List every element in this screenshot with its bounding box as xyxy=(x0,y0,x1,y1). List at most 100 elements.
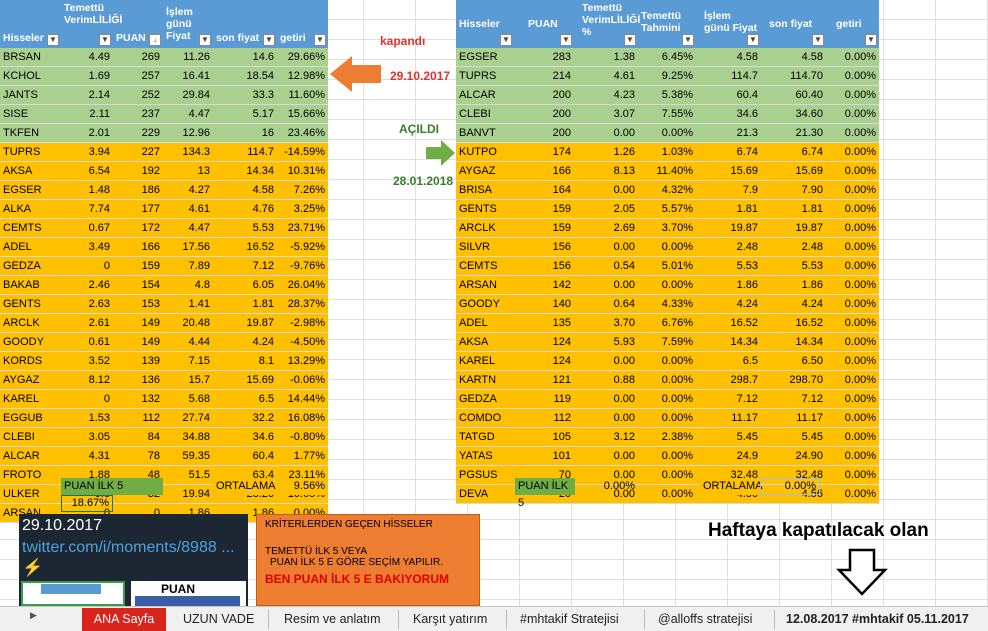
table-cell[interactable]: BRSAN xyxy=(0,48,61,66)
table-cell[interactable]: EGSER xyxy=(456,48,514,66)
table-cell[interactable]: 51.5 xyxy=(163,466,213,484)
table-cell[interactable]: 0.00% xyxy=(826,295,879,313)
table-cell[interactable]: 2.14 xyxy=(61,86,113,104)
table-cell[interactable]: 0.00% xyxy=(826,105,879,123)
table-cell[interactable]: 4.27 xyxy=(163,181,213,199)
table-cell[interactable]: 6.74 xyxy=(761,143,826,161)
table-cell[interactable]: 0.00% xyxy=(638,124,696,142)
table-cell[interactable]: 9.25% xyxy=(638,67,696,85)
table-cell[interactable]: 24.90 xyxy=(761,447,826,465)
table-cell[interactable]: 0.00 xyxy=(574,181,638,199)
table-cell[interactable]: 237 xyxy=(113,105,163,123)
table-cell[interactable]: 7.89 xyxy=(163,257,213,275)
table-cell[interactable]: 4.58 xyxy=(761,48,826,66)
table-cell[interactable]: TUPRS xyxy=(0,143,61,161)
table-cell[interactable]: 1.48 xyxy=(61,181,113,199)
table-cell[interactable]: 11.60% xyxy=(277,86,328,104)
table-cell[interactable]: 28.37% xyxy=(277,295,328,313)
table-cell[interactable]: 105 xyxy=(514,428,574,446)
table-cell[interactable]: ARCLK xyxy=(0,314,61,332)
table-cell[interactable]: 23.71% xyxy=(277,219,328,237)
table-cell[interactable]: 227 xyxy=(113,143,163,161)
table-cell[interactable]: 27.74 xyxy=(163,409,213,427)
table-cell[interactable]: 16 xyxy=(213,124,277,142)
table-cell[interactable]: 7.12 xyxy=(213,257,277,275)
filter-dropdown-button[interactable]: ▼ xyxy=(865,34,877,46)
table-cell[interactable]: ALCAR xyxy=(0,447,61,465)
table-cell[interactable]: 34.6 xyxy=(696,105,761,123)
table-cell[interactable]: 2.63 xyxy=(61,295,113,313)
table-cell[interactable]: 60.4 xyxy=(213,447,277,465)
table-cell[interactable]: 229 xyxy=(113,124,163,142)
table-cell[interactable]: 4.58 xyxy=(213,181,277,199)
table-cell[interactable]: 112 xyxy=(113,409,163,427)
table-cell[interactable]: 11.40% xyxy=(638,162,696,180)
table-cell[interactable]: GOODY xyxy=(456,295,514,313)
table-cell[interactable]: 16.52 xyxy=(761,314,826,332)
table-cell[interactable]: 34.88 xyxy=(163,428,213,446)
table-cell[interactable]: GEDZA xyxy=(0,257,61,275)
table-cell[interactable]: 5.45 xyxy=(761,428,826,446)
table-cell[interactable]: 13 xyxy=(163,162,213,180)
table-cell[interactable]: 2.61 xyxy=(61,314,113,332)
table-cell[interactable]: KORDS xyxy=(0,352,61,370)
tab-alloffs-stratejisi[interactable]: @alloffs stratejisi xyxy=(658,608,752,631)
table-cell[interactable]: FROTO xyxy=(0,466,61,484)
table-cell[interactable]: -5.92% xyxy=(277,238,328,256)
table-cell[interactable]: 1.81 xyxy=(761,200,826,218)
table-cell[interactable]: 19.87 xyxy=(213,314,277,332)
table-cell[interactable]: 29.66% xyxy=(277,48,328,66)
table-cell[interactable]: 2.48 xyxy=(761,238,826,256)
table-cell[interactable]: 283 xyxy=(514,48,574,66)
table-cell[interactable]: 252 xyxy=(113,86,163,104)
table-cell[interactable]: 3.70% xyxy=(638,219,696,237)
table-cell[interactable]: 4.47 xyxy=(163,219,213,237)
table-cell[interactable]: 16.52 xyxy=(213,238,277,256)
table-cell[interactable]: 114.7 xyxy=(696,67,761,85)
table-cell[interactable]: 0.00% xyxy=(826,428,879,446)
table-cell[interactable]: 59.35 xyxy=(163,447,213,465)
table-cell[interactable]: 0.00% xyxy=(826,371,879,389)
table-cell[interactable]: 17.56 xyxy=(163,238,213,256)
table-cell[interactable]: 136 xyxy=(113,371,163,389)
table-cell[interactable]: BAKAB xyxy=(0,276,61,294)
table-cell[interactable]: KCHOL xyxy=(0,67,61,85)
table-cell[interactable]: 11.17 xyxy=(761,409,826,427)
table-cell[interactable]: 156 xyxy=(514,238,574,256)
table-cell[interactable]: 8.13 xyxy=(574,162,638,180)
table-cell[interactable]: 7.12 xyxy=(761,390,826,408)
table-cell[interactable]: CEMTS xyxy=(0,219,61,237)
table-cell[interactable]: 0 xyxy=(61,390,113,408)
filter-dropdown-button[interactable]: ▼ xyxy=(682,34,694,46)
table-cell[interactable]: 60.4 xyxy=(696,86,761,104)
table-cell[interactable]: COMDO xyxy=(456,409,514,427)
table-cell[interactable]: -0.06% xyxy=(277,371,328,389)
table-cell[interactable]: YATAS xyxy=(456,447,514,465)
table-cell[interactable]: ALCAR xyxy=(456,86,514,104)
table-cell[interactable]: SISE xyxy=(0,105,61,123)
table-cell[interactable]: 0.00 xyxy=(574,447,638,465)
table-cell[interactable]: 139 xyxy=(113,352,163,370)
filter-dropdown-button[interactable]: ▼ xyxy=(314,34,326,46)
filter-dropdown-button[interactable]: ▼ xyxy=(560,34,572,46)
table-cell[interactable]: -2.98% xyxy=(277,314,328,332)
table-cell[interactable]: 134.3 xyxy=(163,143,213,161)
table-cell[interactable]: 0.00% xyxy=(638,466,696,484)
table-cell[interactable]: 2.05 xyxy=(574,200,638,218)
table-cell[interactable]: 1.38 xyxy=(574,48,638,66)
table-cell[interactable]: 3.52 xyxy=(61,352,113,370)
table-cell[interactable]: 0.00% xyxy=(826,409,879,427)
table-cell[interactable]: 4.8 xyxy=(163,276,213,294)
table-cell[interactable]: 1.41 xyxy=(163,295,213,313)
table-cell[interactable]: 20.48 xyxy=(163,314,213,332)
table-cell[interactable]: 4.76 xyxy=(213,200,277,218)
table-cell[interactable]: 14.34 xyxy=(761,333,826,351)
table-cell[interactable]: EGGUB xyxy=(0,409,61,427)
table-cell[interactable]: 5.53 xyxy=(696,257,761,275)
table-cell[interactable]: -0.80% xyxy=(277,428,328,446)
filter-dropdown-button[interactable]: ▼ xyxy=(47,34,59,46)
table-cell[interactable]: 257 xyxy=(113,67,163,85)
table-cell[interactable]: 5.53 xyxy=(761,257,826,275)
table-cell[interactable]: ADEL xyxy=(0,238,61,256)
table-cell[interactable]: GOODY xyxy=(0,333,61,351)
